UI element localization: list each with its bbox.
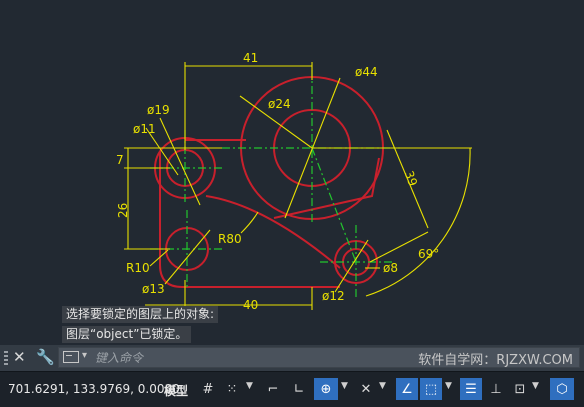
dim-r10: R10 (126, 261, 150, 275)
dim-41: 41 (243, 51, 258, 65)
watermark-text: 软件自学网：RJZXW.COM (418, 353, 573, 368)
dim-dia44: ø44 (355, 65, 378, 79)
transparency-icon[interactable]: ⬚ (420, 378, 442, 400)
dim-40: 40 (243, 298, 258, 312)
model-tab[interactable]: 模型 (164, 382, 188, 399)
command-bar: ✕ 🔧 ▾ 键入命令 软件自学网：RJZXW.COM (0, 345, 584, 371)
drawing-canvas[interactable]: 41 ø44 ø24 ø19 ø11 7 26 39 R80 R10 ø13 4… (0, 0, 584, 345)
outline-right (273, 157, 380, 219)
dim-26: 26 (116, 203, 130, 218)
dim-dia11: ø11 (133, 122, 156, 136)
osnap-icon[interactable]: ⊕ (314, 378, 338, 400)
annotation-icon[interactable]: ⊥ (486, 378, 506, 400)
ortho-icon[interactable]: ⌐ (262, 378, 284, 400)
dimension-lines (124, 62, 472, 310)
chevron-down-icon[interactable]: ▼ (341, 381, 348, 391)
polar-icon[interactable]: ∟ (288, 378, 310, 400)
chevron-down-icon[interactable]: ▾ (82, 350, 87, 361)
dim-39: 39 (402, 169, 420, 188)
command-prompt-icon[interactable] (63, 351, 79, 363)
command-input[interactable]: ▾ 键入命令 软件自学网：RJZXW.COM (58, 347, 580, 368)
customize-wrench-icon[interactable]: 🔧 (36, 348, 55, 366)
dim-dia19: ø19 (147, 103, 170, 117)
dim-angle-69: 69° (418, 247, 439, 261)
chevron-down-icon[interactable]: ▼ (379, 381, 386, 391)
command-history-line-1: 选择要锁定的图层上的对象: (62, 306, 219, 323)
chevron-down-icon[interactable]: ▼ (445, 381, 452, 391)
close-icon[interactable]: ✕ (13, 348, 26, 366)
dim-dia24: ø24 (268, 97, 291, 111)
command-placeholder: 键入命令 (95, 351, 144, 365)
settings-icon[interactable]: ⬡ (550, 378, 574, 400)
otrack-icon[interactable]: ✕ (356, 378, 376, 400)
command-bar-grip-icon[interactable] (4, 351, 8, 365)
snap-icon[interactable]: ⁙ (222, 378, 242, 400)
selection-cycle-icon[interactable]: ☰ (460, 378, 482, 400)
command-history-line-2: 图层“object”已锁定。 (62, 326, 192, 343)
dim-7: 7 (116, 153, 124, 167)
chevron-down-icon[interactable]: ▼ (246, 381, 253, 391)
coordinate-readout[interactable]: 701.6291, 133.9769, 0.0000 (8, 382, 180, 396)
dim-dia12: ø12 (322, 289, 345, 303)
dim-r80: R80 (218, 232, 242, 246)
workspace-icon[interactable]: ⊡ (510, 378, 530, 400)
grid-icon[interactable]: # (198, 378, 218, 400)
status-bar: 701.6291, 133.9769, 0.0000 模型 # ⁙ ▼ ⌐ ∟ … (0, 371, 584, 407)
chevron-down-icon[interactable]: ▼ (532, 381, 539, 391)
dimension-text: 41 ø44 ø24 ø19 ø11 7 26 39 R80 R10 ø13 4… (116, 51, 439, 312)
dim-dia8: ø8 (383, 261, 398, 275)
drawing-svg[interactable]: 41 ø44 ø24 ø19 ø11 7 26 39 R80 R10 ø13 4… (0, 0, 584, 345)
lineweight-icon[interactable]: ∠ (396, 378, 418, 400)
dim-dia13: ø13 (142, 282, 165, 296)
